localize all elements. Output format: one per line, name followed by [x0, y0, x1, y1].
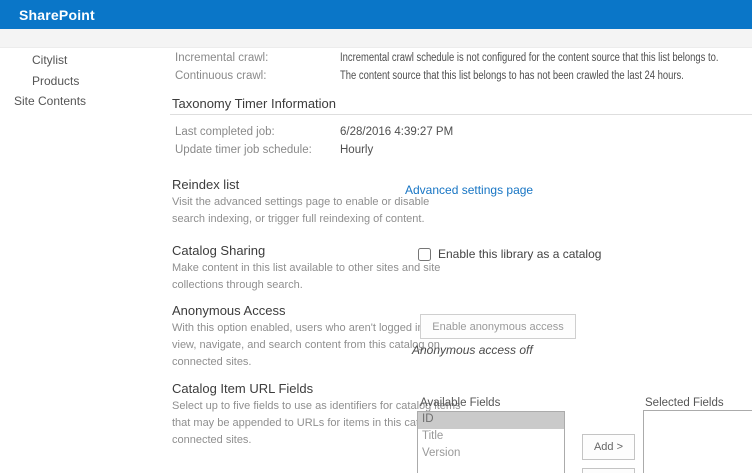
update-timer-schedule-value: Hourly — [340, 144, 374, 156]
anonymous-access-description: With this option enabled, users who aren… — [172, 322, 445, 368]
reindex-list-heading: Reindex list — [172, 177, 240, 192]
remove-field-button-partial[interactable] — [582, 468, 635, 473]
enable-catalog-label: Enable this library as a catalog — [438, 247, 602, 261]
taxonomy-divider — [170, 114, 752, 115]
available-field-option[interactable]: ID — [418, 412, 564, 429]
reindex-list-description: Visit the advanced settings page to enab… — [172, 196, 430, 225]
incremental-crawl-value: Incremental crawl schedule is not config… — [340, 52, 719, 64]
continuous-crawl-label: Continuous crawl: — [175, 70, 267, 82]
catalog-sharing-heading: Catalog Sharing — [172, 243, 266, 258]
sidebar-item-site-contents[interactable]: Site Contents — [14, 94, 86, 108]
continuous-crawl-value: The content source that this list belong… — [340, 70, 684, 82]
catalog-sharing-description: Make content in this list available to o… — [172, 262, 441, 291]
available-fields-label: Available Fields — [420, 397, 501, 409]
incremental-crawl-label: Incremental crawl: — [175, 52, 269, 64]
last-completed-job-value: 6/28/2016 4:39:27 PM — [340, 126, 454, 138]
catalog-url-fields-heading: Catalog Item URL Fields — [172, 381, 314, 396]
anonymous-access-heading: Anonymous Access — [172, 303, 286, 318]
enable-catalog-row: Enable this library as a catalog — [418, 247, 601, 261]
selected-fields-listbox[interactable] — [643, 410, 752, 473]
sidebar-item-products[interactable]: Products — [32, 74, 79, 88]
available-field-option[interactable]: Version — [418, 446, 564, 463]
sidebar-item-citylist[interactable]: Citylist — [32, 53, 67, 67]
sharepoint-brand[interactable]: SharePoint — [19, 7, 95, 23]
last-completed-job-label: Last completed job: — [175, 126, 275, 138]
sharepoint-list-settings-page: SharePoint Citylist Products Site Conten… — [0, 0, 752, 473]
enable-catalog-checkbox[interactable] — [418, 247, 431, 261]
advanced-settings-page-link[interactable]: Advanced settings page — [405, 183, 533, 197]
suite-bar: SharePoint — [0, 0, 752, 29]
selected-fields-label: Selected Fields — [645, 397, 724, 409]
taxonomy-timer-heading: Taxonomy Timer Information — [172, 96, 337, 111]
add-field-button[interactable]: Add > — [582, 434, 635, 460]
available-field-option[interactable]: Title — [418, 429, 564, 446]
enable-anonymous-access-button[interactable]: Enable anonymous access — [420, 314, 576, 339]
available-fields-listbox[interactable]: ID Title Version — [417, 411, 565, 473]
update-timer-schedule-label: Update timer job schedule: — [175, 144, 312, 156]
anonymous-access-status: Anonymous access off — [412, 343, 533, 357]
ribbon-band — [0, 29, 752, 48]
